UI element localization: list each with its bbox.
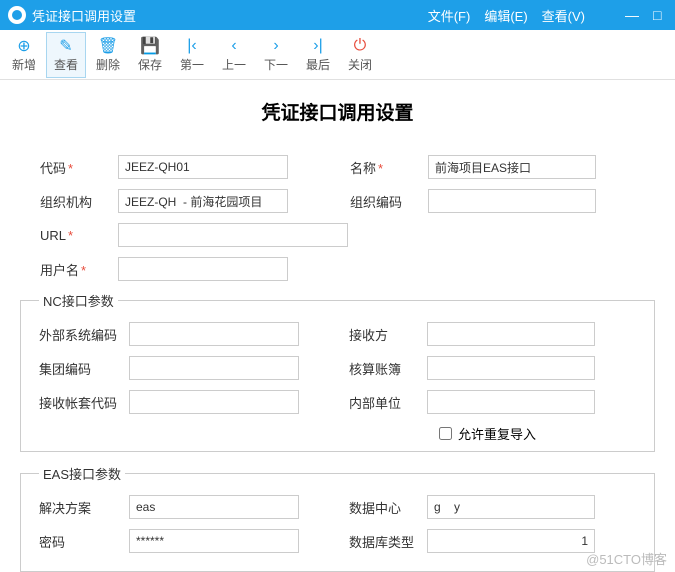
- reimport-checkbox[interactable]: [439, 427, 452, 440]
- toolbar-close[interactable]: ⏻关闭: [340, 32, 380, 78]
- dc-label: 数据中心: [349, 498, 427, 517]
- orgcode-label: 组织编码: [350, 192, 428, 211]
- dc-input[interactable]: [427, 495, 595, 519]
- maximize-button[interactable]: □: [653, 7, 667, 23]
- ext-label: 外部系统编码: [39, 325, 129, 344]
- toolbar-view[interactable]: ✎查看: [46, 32, 86, 78]
- code-label: 代码*: [40, 158, 118, 177]
- dbtype-input[interactable]: [427, 529, 595, 553]
- url-label: URL*: [40, 228, 118, 243]
- user-label: 用户名*: [40, 260, 118, 279]
- toolbar-last[interactable]: ›|最后: [298, 32, 338, 78]
- save-icon: 💾: [140, 36, 160, 56]
- code-input[interactable]: [118, 155, 288, 179]
- minimize-button[interactable]: —: [625, 7, 639, 23]
- ledger-input[interactable]: [427, 356, 595, 380]
- url-input[interactable]: [118, 223, 348, 247]
- ext-input[interactable]: [129, 322, 299, 346]
- page-title: 凭证接口调用设置: [20, 98, 655, 125]
- menu-view[interactable]: 查看(V): [542, 6, 585, 25]
- toolbar-delete[interactable]: 🗑删除: [88, 32, 128, 78]
- window-title: 凭证接口调用设置: [32, 6, 428, 25]
- orgcode-input[interactable]: [428, 189, 596, 213]
- reimport-label: 允许重复导入: [458, 424, 536, 443]
- app-icon: [8, 6, 26, 24]
- pwd-input[interactable]: [129, 529, 299, 553]
- toolbar-save[interactable]: 💾保存: [130, 32, 170, 78]
- sol-label: 解决方案: [39, 498, 129, 517]
- menu-edit[interactable]: 编辑(E): [484, 6, 527, 25]
- eas-legend: EAS接口参数: [39, 464, 125, 483]
- prev-icon: ‹: [231, 36, 236, 56]
- unit-input[interactable]: [427, 390, 595, 414]
- watermark: @51CTO博客: [586, 549, 667, 568]
- ledger-label: 核算账簿: [349, 359, 427, 378]
- recv-label: 接收方: [349, 325, 427, 344]
- unit-label: 内部单位: [349, 393, 427, 412]
- toolbar-new[interactable]: ⊕新增: [4, 32, 44, 78]
- view-icon: ✎: [59, 36, 72, 56]
- name-label: 名称*: [350, 158, 428, 177]
- toolbar-next[interactable]: ›下一: [256, 32, 296, 78]
- dbtype-label: 数据库类型: [349, 532, 427, 551]
- pwd-label: 密码: [39, 532, 129, 551]
- name-input[interactable]: [428, 155, 596, 179]
- toolbar-prev[interactable]: ‹上一: [214, 32, 254, 78]
- eas-group: EAS接口参数 解决方案 数据中心 密码 数据库类型: [20, 464, 655, 572]
- close-icon: ⏻: [354, 36, 367, 56]
- nc-legend: NC接口参数: [39, 291, 118, 310]
- user-input[interactable]: [118, 257, 288, 281]
- menu-file[interactable]: 文件(F): [428, 6, 471, 25]
- recv-input[interactable]: [427, 322, 595, 346]
- group-input[interactable]: [129, 356, 299, 380]
- acct-label: 接收帐套代码: [39, 393, 129, 412]
- nc-group: NC接口参数 外部系统编码 接收方 集团编码 核算账簿 接收帐套代码: [20, 291, 655, 452]
- org-label: 组织机构: [40, 192, 118, 211]
- sol-input[interactable]: [129, 495, 299, 519]
- next-icon: ›: [273, 36, 278, 56]
- org-input[interactable]: [118, 189, 288, 213]
- delete-icon: 🗑: [98, 36, 118, 56]
- first-icon: |‹: [187, 36, 196, 56]
- toolbar-first[interactable]: |‹第一: [172, 32, 212, 78]
- last-icon: ›|: [313, 36, 322, 56]
- group-label: 集团编码: [39, 359, 129, 378]
- new-icon: ⊕: [17, 36, 30, 56]
- acct-input[interactable]: [129, 390, 299, 414]
